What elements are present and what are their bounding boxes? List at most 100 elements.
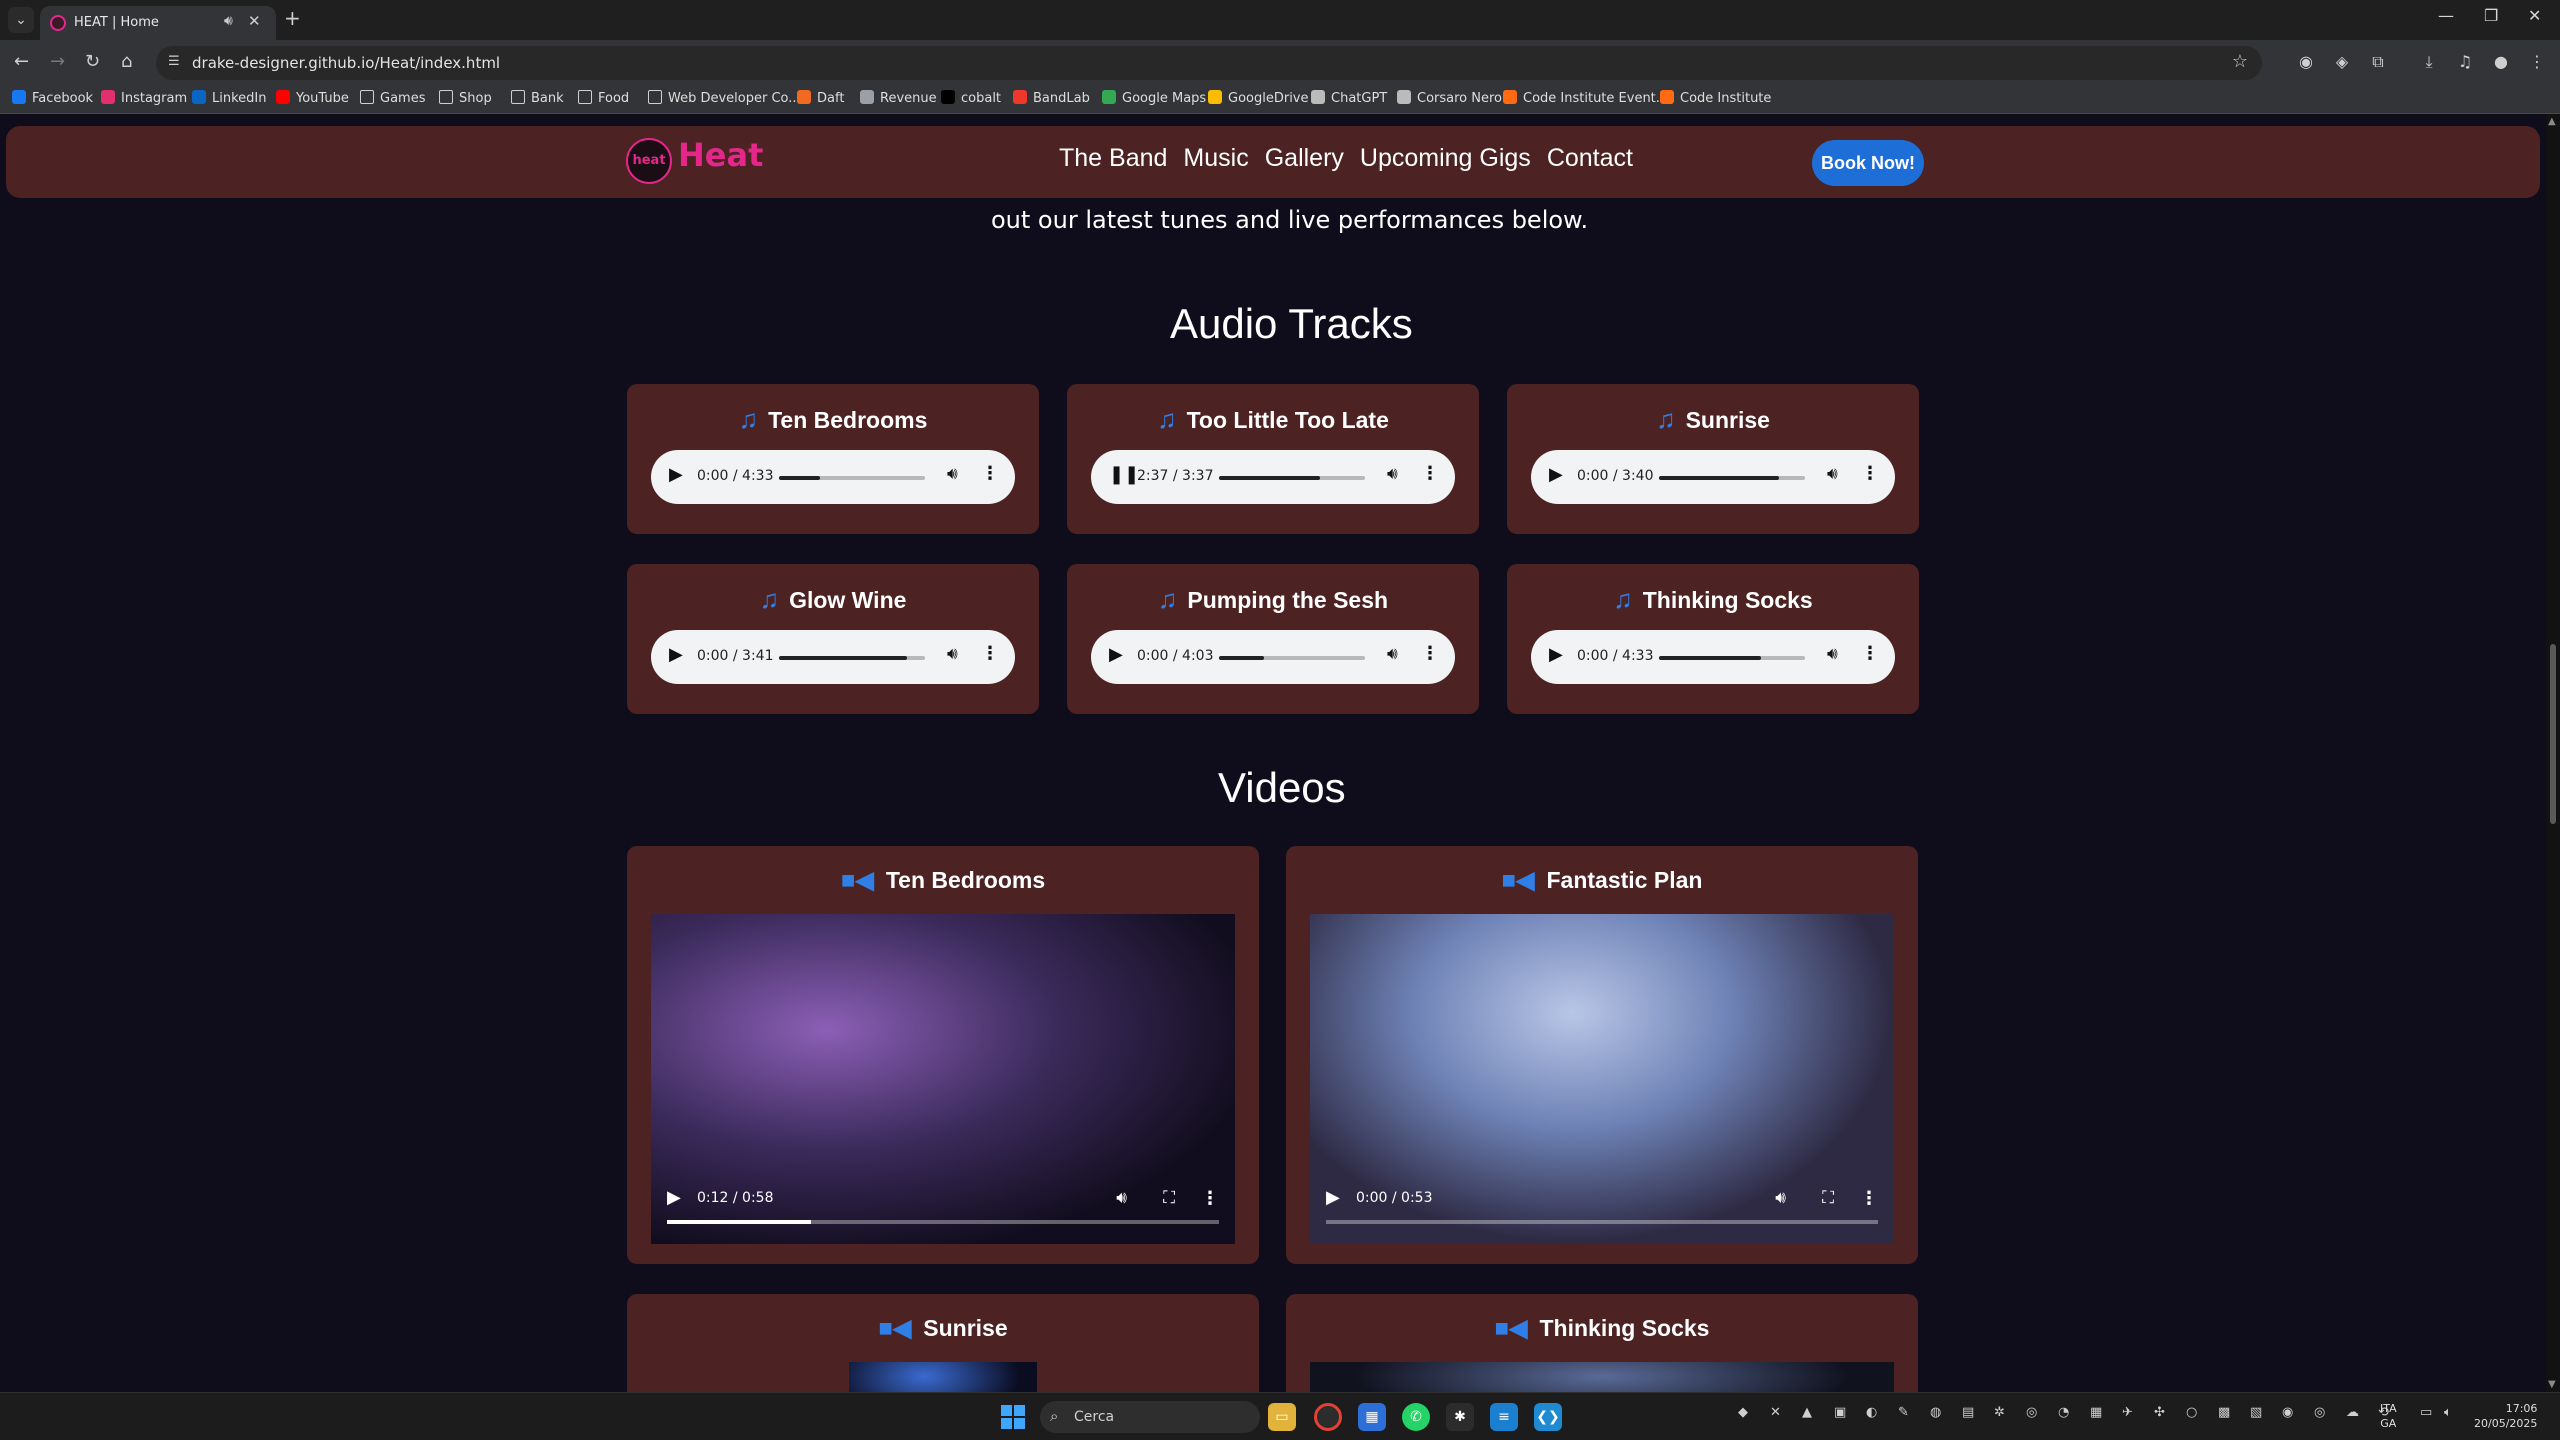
logo-text[interactable]: Heat — [678, 136, 763, 174]
address-bar[interactable]: ☰ drake-designer.github.io/Heat/index.ht… — [156, 46, 2262, 80]
audio-player[interactable]: ▶ 0:00 / 4:33 🔊︎ ⋮ — [1531, 630, 1895, 684]
video-player[interactable] — [1310, 1362, 1894, 1392]
forward-icon[interactable]: → — [50, 51, 65, 72]
audio-player[interactable]: ❚❚ 2:37 / 3:37 🔊︎ ⋮ — [1091, 450, 1455, 504]
volume-icon[interactable]: 🔊︎ — [1116, 1188, 1127, 1208]
volume-icon[interactable]: 🔊︎ — [1387, 464, 1398, 484]
tray-app-icon[interactable]: ◉ — [2282, 1405, 2293, 1420]
tray-app-icon[interactable]: ☁ — [2346, 1405, 2359, 1420]
new-tab-button[interactable]: + — [284, 6, 301, 30]
chrome-taskbar-icon[interactable] — [1314, 1403, 1342, 1431]
volume-icon[interactable]: 🔊︎ — [947, 464, 958, 484]
audio-seek-bar[interactable] — [1659, 656, 1805, 660]
video-player[interactable] — [849, 1362, 1037, 1392]
scrollbar-thumb[interactable] — [2550, 644, 2556, 824]
restore-window-icon[interactable]: ❐ — [2484, 6, 2498, 25]
play-icon[interactable]: ▶ — [669, 464, 683, 485]
bookmark-item[interactable]: Food — [578, 90, 629, 106]
whatsapp-icon[interactable]: ✆ — [1402, 1403, 1430, 1431]
nav-link-the-band[interactable]: The Band — [1059, 144, 1167, 173]
bookmark-item[interactable]: ChatGPT — [1311, 90, 1387, 106]
volume-icon[interactable]: 🔊︎ — [1387, 644, 1398, 664]
more-options-icon[interactable]: ⋮ — [1421, 643, 1439, 664]
audio-seek-bar[interactable] — [779, 656, 925, 660]
nav-link-contact[interactable]: Contact — [1547, 144, 1633, 173]
heat-logo-icon[interactable]: heat — [626, 138, 672, 184]
volume-icon[interactable]: 🔊︎ — [1827, 644, 1838, 664]
system-clock[interactable]: 17:06 20/05/2025 — [2474, 1401, 2537, 1431]
extension-icon[interactable]: ◈ — [2331, 51, 2353, 73]
audio-seek-bar[interactable] — [1219, 476, 1365, 480]
audio-player[interactable]: ▶ 0:00 / 4:03 🔊︎ ⋮ — [1091, 630, 1455, 684]
tray-app-icon[interactable]: ✎ — [1898, 1405, 1909, 1420]
fullscreen-icon[interactable]: ⛶ — [1163, 1188, 1175, 1208]
tray-app-icon[interactable]: ▦ — [2090, 1405, 2102, 1420]
browser-menu-icon[interactable]: ⋮ — [2526, 51, 2548, 73]
downloads-icon[interactable]: ⤓ — [2418, 51, 2440, 73]
video-seek-bar[interactable] — [1326, 1220, 1878, 1224]
tray-app-icon[interactable]: ▣ — [1834, 1405, 1846, 1420]
tab-search-button[interactable]: ⌄ — [8, 7, 34, 33]
bookmark-item[interactable]: Facebook — [12, 90, 93, 106]
close-window-icon[interactable]: ✕ — [2528, 6, 2541, 25]
bookmark-item[interactable]: cobalt — [941, 90, 1001, 106]
windows-start-icon[interactable] — [1001, 1405, 1025, 1429]
play-icon[interactable]: ▶ — [1109, 644, 1123, 665]
fullscreen-icon[interactable]: ⛶ — [1822, 1188, 1834, 1208]
file-explorer-icon[interactable]: ▭ — [1268, 1403, 1296, 1431]
play-icon[interactable]: ▶ — [667, 1187, 681, 1208]
nav-link-gallery[interactable]: Gallery — [1265, 144, 1344, 173]
volume-icon[interactable]: 🔊︎ — [1775, 1188, 1786, 1208]
bookmark-item[interactable]: Games — [360, 90, 425, 106]
page-scrollbar[interactable]: ▲ ▼ — [2546, 114, 2560, 1392]
site-info-icon[interactable]: ☰ — [168, 54, 180, 69]
bookmark-item[interactable]: BandLab — [1013, 90, 1090, 106]
reload-icon[interactable]: ↻ — [85, 51, 100, 72]
nav-link-upcoming-gigs[interactable]: Upcoming Gigs — [1360, 144, 1531, 173]
tray-app-icon[interactable]: ◐ — [1866, 1405, 1877, 1420]
bookmark-item[interactable]: GoogleDrive — [1208, 90, 1309, 106]
home-icon[interactable]: ⌂ — [121, 51, 132, 72]
bookmark-item[interactable]: Bank — [511, 90, 564, 106]
pause-icon[interactable]: ❚❚ — [1109, 464, 1139, 485]
nav-link-music[interactable]: Music — [1183, 144, 1248, 173]
network-icon[interactable]: ▭ — [2420, 1405, 2432, 1420]
bookmark-item[interactable]: Corsaro Nero — [1397, 90, 1502, 106]
play-icon[interactable]: ▶ — [669, 644, 683, 665]
more-options-icon[interactable]: ⋮ — [981, 643, 999, 664]
extensions-puzzle-icon[interactable]: ⧉ — [2367, 51, 2389, 73]
more-options-icon[interactable]: ⋮ — [1421, 463, 1439, 484]
scroll-up-arrow-icon[interactable]: ▲ — [2548, 116, 2556, 127]
media-control-icon[interactable]: ♫ — [2454, 51, 2476, 73]
tray-app-icon[interactable]: ◔ — [2058, 1405, 2069, 1420]
password-manager-icon[interactable]: ◉ — [2295, 51, 2317, 73]
more-options-icon[interactable]: ⋮ — [1861, 643, 1879, 664]
bookmark-item[interactable]: Code Institute — [1660, 90, 1771, 106]
video-player[interactable]: ▶ 0:12 / 0:58 🔊︎ ⛶ ⋮ — [651, 914, 1235, 1244]
video-player[interactable]: ▶ 0:00 / 0:53 🔊︎ ⛶ ⋮ — [1310, 914, 1894, 1244]
bookmark-item[interactable]: Web Developer Co... — [648, 90, 801, 106]
more-options-icon[interactable]: ⋮ — [1201, 1188, 1219, 1209]
volume-icon[interactable]: 🔊︎ — [947, 644, 958, 664]
profile-avatar[interactable]: ● — [2490, 51, 2512, 73]
bookmark-item[interactable]: Shop — [439, 90, 492, 106]
play-icon[interactable]: ▶ — [1326, 1187, 1340, 1208]
tray-app-icon[interactable]: ✈ — [2122, 1405, 2133, 1420]
more-options-icon[interactable]: ⋮ — [981, 463, 999, 484]
tray-app-icon[interactable]: ◎ — [2314, 1405, 2325, 1420]
input-language-indicator[interactable]: ITA GA — [2380, 1401, 2397, 1431]
video-seek-bar[interactable] — [667, 1220, 1219, 1224]
scroll-down-arrow-icon[interactable]: ▼ — [2548, 1379, 2556, 1390]
audio-seek-bar[interactable] — [1219, 656, 1365, 660]
tray-app-icon[interactable]: ◍ — [1930, 1405, 1941, 1420]
audio-seek-bar[interactable] — [779, 476, 925, 480]
slack-icon[interactable]: ✱ — [1446, 1403, 1474, 1431]
notepad-icon[interactable]: ≡ — [1490, 1403, 1518, 1431]
tray-app-icon[interactable]: ○ — [2186, 1405, 2197, 1420]
volume-icon[interactable]: 🔊︎ — [1827, 464, 1838, 484]
tray-app-icon[interactable]: ▤ — [1962, 1405, 1974, 1420]
bookmark-item[interactable]: YouTube — [276, 90, 349, 106]
tray-app-icon[interactable]: ✕ — [1770, 1405, 1781, 1420]
audio-player[interactable]: ▶ 0:00 / 3:41 🔊︎ ⋮ — [651, 630, 1015, 684]
tray-app-icon[interactable]: ▩ — [2218, 1405, 2230, 1420]
